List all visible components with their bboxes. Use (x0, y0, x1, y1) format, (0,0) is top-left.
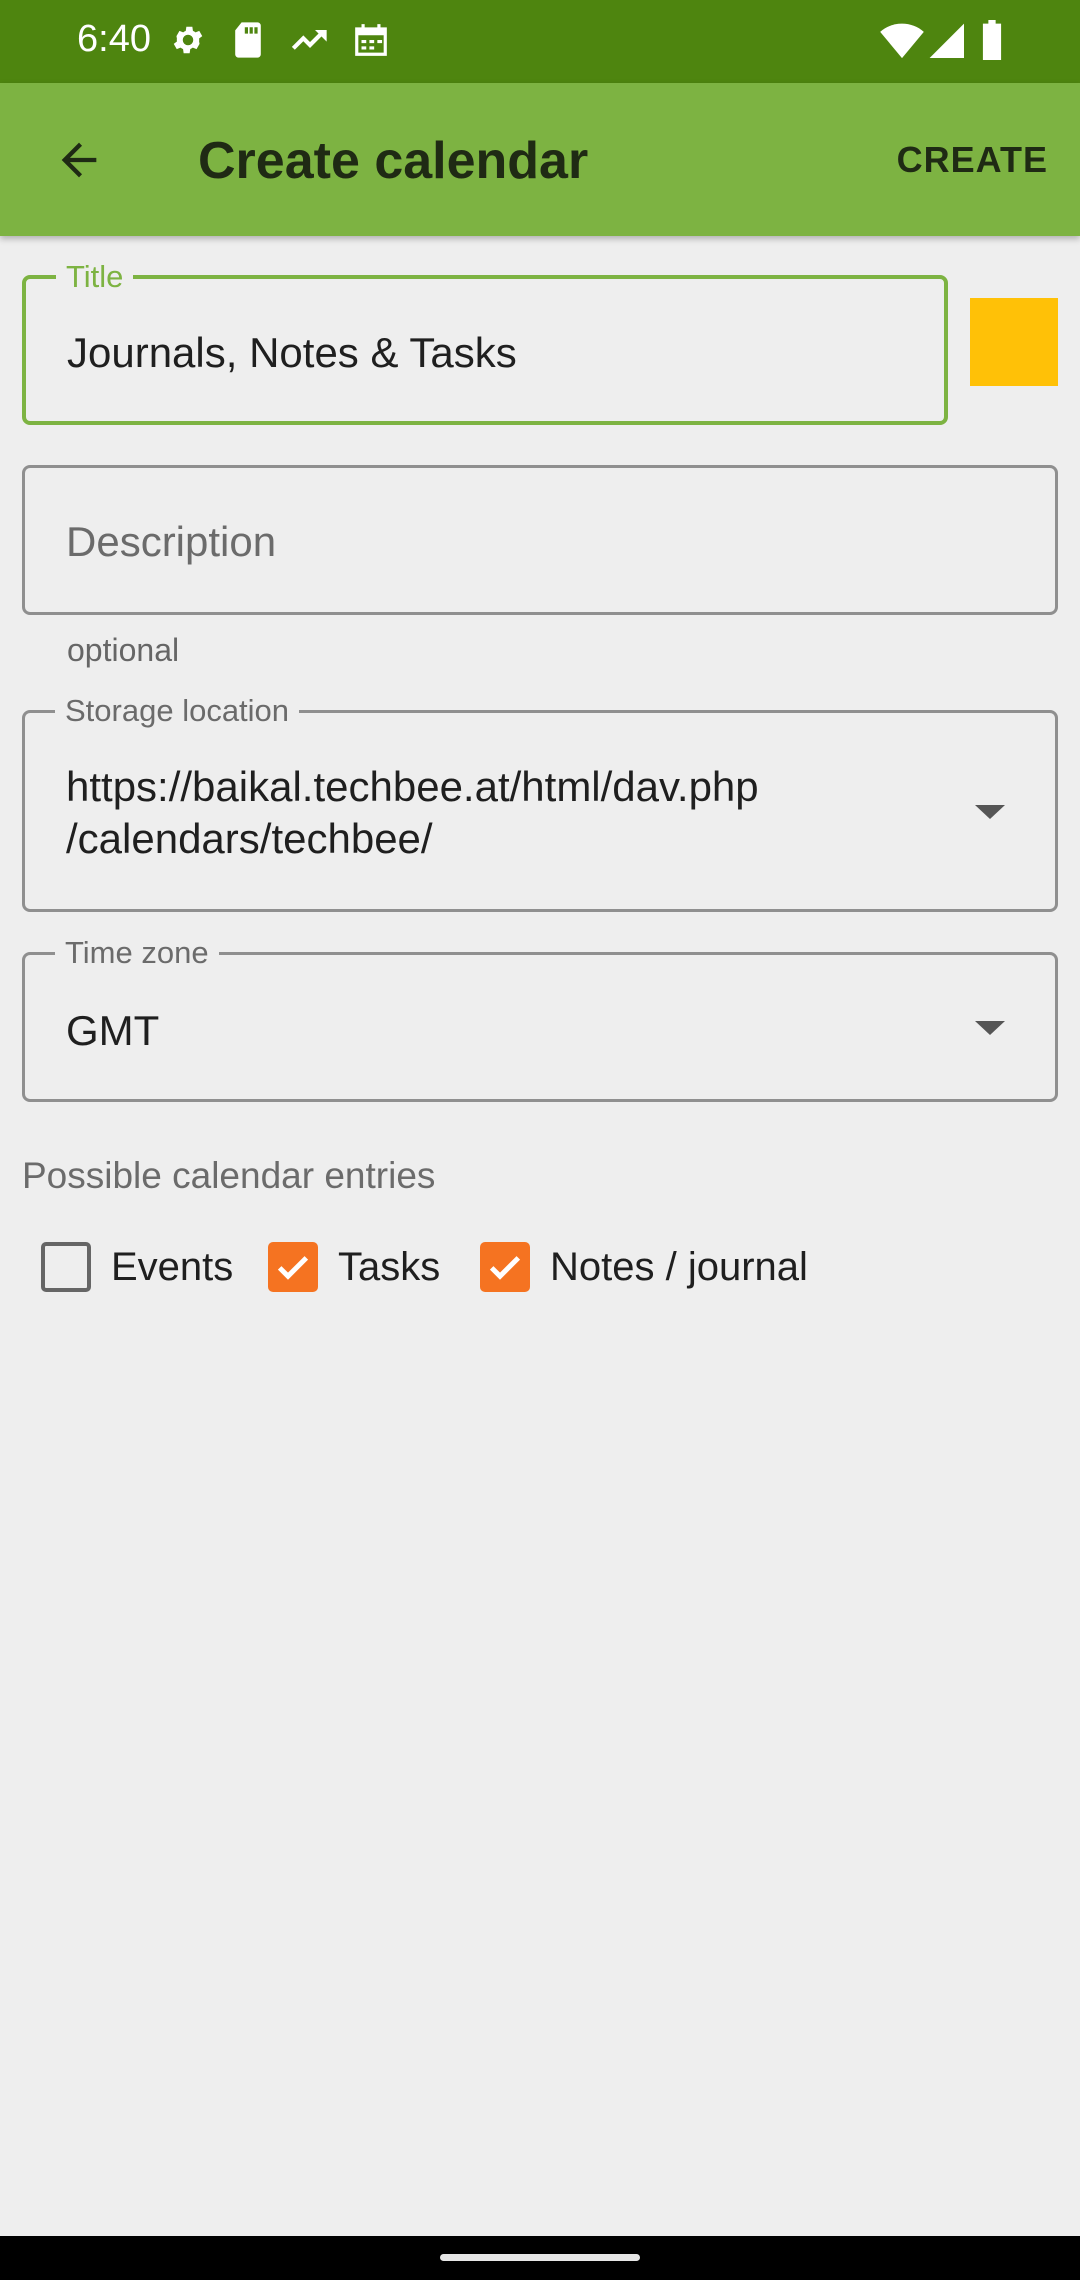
description-placeholder: Description (66, 518, 277, 565)
wifi-icon (880, 23, 924, 59)
title-field-label: Title (56, 259, 134, 295)
checkbox-tasks-label: Tasks (338, 1244, 441, 1289)
storage-location-dropdown[interactable]: Storage location https://baikal.techbee.… (22, 693, 1058, 912)
description-helper-text: optional (67, 632, 180, 668)
app-bar: Create calendar CREATE (0, 83, 1080, 236)
checkbox-notes-journal[interactable]: Notes / journal (480, 1240, 808, 1294)
back-button[interactable] (40, 121, 118, 199)
checkbox-unchecked-icon (41, 1242, 91, 1292)
dropdown-arrow-icon (975, 1021, 1005, 1035)
title-field[interactable]: Title Journals, Notes & Tasks (22, 259, 948, 425)
status-bar: 6:40 (0, 0, 1080, 83)
description-field[interactable]: Description (22, 465, 1058, 615)
checkbox-notes-journal-label: Notes / journal (550, 1244, 808, 1289)
color-swatch-button[interactable] (970, 298, 1058, 386)
checkbox-checked-icon (268, 1242, 318, 1292)
calendar-icon (355, 24, 387, 56)
checkbox-events[interactable]: Events (41, 1240, 233, 1294)
entries-section-title: Possible calendar entries (22, 1155, 436, 1196)
signal-icon (929, 23, 964, 58)
page-title: Create calendar (198, 132, 589, 190)
home-handle[interactable] (440, 2254, 640, 2261)
checkbox-tasks[interactable]: Tasks (268, 1240, 440, 1294)
time-zone-label: Time zone (55, 935, 219, 971)
battery-icon (982, 20, 1002, 60)
sd-card-icon (235, 22, 261, 58)
status-time: 6:40 (77, 18, 151, 60)
time-zone-value: GMT (66, 1007, 160, 1054)
storage-location-value-line1: https://baikal.techbee.at/html/dav.php (66, 763, 759, 810)
gear-icon (173, 26, 203, 54)
time-zone-dropdown[interactable]: Time zone GMT (22, 935, 1058, 1102)
trending-icon (291, 30, 327, 50)
dropdown-arrow-icon (975, 805, 1005, 819)
checkbox-events-label: Events (111, 1244, 234, 1289)
storage-location-value-line2: /calendars/techbee/ (66, 815, 433, 862)
storage-location-label: Storage location (55, 693, 300, 729)
navigation-bar (0, 2236, 1080, 2280)
create-button[interactable]: CREATE (897, 139, 1048, 181)
arrow-back-icon (61, 142, 97, 178)
title-field-value: Journals, Notes & Tasks (67, 329, 517, 376)
checkbox-checked-icon (480, 1242, 530, 1292)
